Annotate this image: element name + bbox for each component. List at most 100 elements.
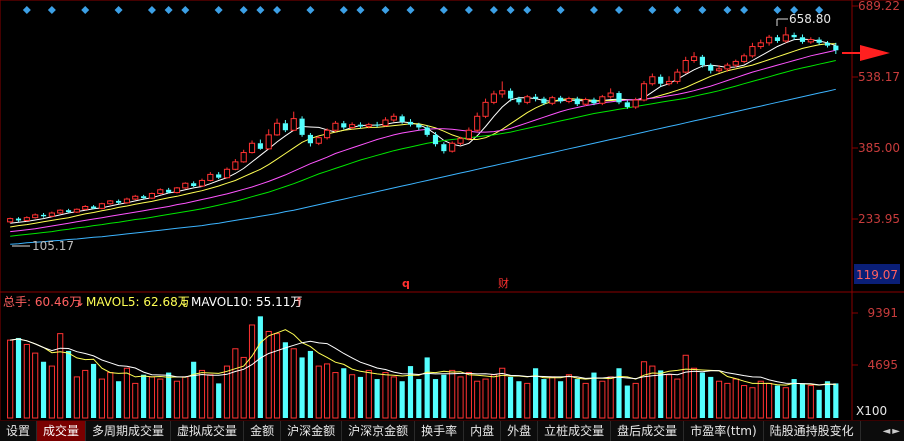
indicator-tab[interactable]: 内盘 [464, 421, 502, 441]
volume-bar [690, 367, 698, 419]
volume-bar [257, 316, 263, 418]
volume-bar [98, 378, 105, 419]
price-axis-label: 233.95 [858, 212, 900, 226]
volume-bar [490, 374, 497, 419]
volume-bar [782, 387, 789, 419]
volume-bar [724, 382, 731, 419]
volume-bar [365, 369, 372, 419]
indicator-tab[interactable]: 换手率 [415, 421, 465, 441]
mavol10-label: MAVOL10: 55.11万 [191, 295, 302, 309]
scroll-left-icon[interactable]: ◄ [883, 426, 891, 437]
volume-bar [216, 383, 222, 418]
total-volume-arrow-icon: ↓ [75, 295, 85, 309]
volume-bar [182, 376, 189, 419]
candle [123, 197, 131, 204]
volume-bar [48, 365, 55, 419]
candle [549, 95, 556, 106]
volume-bar [558, 381, 564, 418]
indicator-tab[interactable]: 盘后成交量 [611, 421, 685, 441]
volume-bar [449, 369, 456, 419]
volume-bar [715, 380, 723, 419]
indicator-tab-bar: 设置 成交量 多周期成交量 虚拟成交量 金额 沪深金额 沪深京金额 换手率 内盘 外盘 立桩成交量盘… [0, 420, 904, 441]
volume-bar [374, 379, 380, 418]
price-axis-label: 689.22 [858, 0, 900, 13]
indicator-tab[interactable]: 外盘 [501, 421, 539, 441]
volume-bar [599, 380, 606, 419]
mavol5-label: MAVOL5: 62.68万 [86, 295, 190, 309]
volume-bar [591, 372, 597, 418]
volume-bar [282, 342, 288, 418]
indicator-tab[interactable]: 沪深京金额 [342, 421, 416, 441]
volume-bar [549, 376, 556, 419]
volume-bar [524, 382, 531, 419]
event-marker-finance[interactable]: 财 [498, 276, 509, 290]
volume-bar [741, 385, 748, 419]
volume-bar [57, 333, 64, 419]
volume-bar [441, 374, 447, 418]
volume-bar [665, 374, 673, 419]
indicator-tab[interactable]: 市盈率(ttm) [684, 421, 764, 441]
volume-bar [791, 379, 797, 418]
volume-bar [807, 385, 814, 419]
stock-chart-canvas[interactable]: 689.22 538.17 385.00 233.95 119.07 658.8… [0, 0, 904, 440]
volume-bar [90, 363, 97, 418]
volume-bar [82, 369, 89, 419]
volume-bar [574, 379, 580, 418]
candle [98, 202, 105, 210]
indicator-tab[interactable]: 虚拟成交量 [171, 421, 245, 441]
volume-bar [482, 378, 489, 419]
volume-bar [833, 383, 839, 418]
volume-bar [382, 372, 389, 419]
volume-bar [824, 381, 831, 418]
volume-bar [132, 382, 139, 419]
candle [223, 167, 231, 179]
candle [57, 209, 64, 214]
volume-bar [632, 382, 639, 419]
volume-bar [290, 348, 297, 419]
candle [616, 91, 622, 105]
volume-bar [708, 376, 714, 418]
indicator-tab[interactable]: 设置 [0, 421, 38, 441]
volume-bar [32, 352, 39, 419]
volume-bar [23, 343, 30, 419]
volume-bar [15, 337, 22, 418]
volume-bar [341, 368, 347, 418]
candle [182, 182, 189, 189]
volume-bar [248, 324, 256, 419]
total-volume-label: 总手: 60.46万 [3, 295, 81, 309]
volume-bar [315, 365, 322, 419]
volume-bar [65, 350, 72, 418]
volume-bar [416, 379, 422, 418]
indicator-tab[interactable]: 多周期成交量 [86, 421, 172, 441]
volume-bar [474, 380, 481, 419]
candle [599, 94, 606, 106]
volume-bar [507, 376, 514, 418]
price-axis-label: 385.00 [858, 141, 900, 155]
scroll-right-icon[interactable]: ► [892, 426, 900, 437]
volume-bar [565, 374, 573, 419]
volume-bar [624, 385, 630, 418]
indicator-tab[interactable]: 成交量 [37, 421, 87, 441]
indicator-tab[interactable]: 金额 [244, 421, 282, 441]
event-marker-q[interactable]: q [402, 277, 410, 290]
volume-bar [658, 370, 664, 418]
volume-bar [349, 374, 356, 419]
volume-bar [766, 382, 773, 419]
volume-bar [799, 383, 806, 418]
volume-bar [357, 376, 364, 418]
volume-bar [774, 385, 781, 418]
indicator-tab[interactable]: 陆股通持股变化 [764, 421, 861, 441]
volume-bar [516, 381, 522, 418]
candle [449, 141, 456, 153]
volume-bar [232, 348, 239, 419]
volume-bar [265, 330, 272, 419]
volume-bar [191, 361, 197, 418]
volume-bar [166, 372, 172, 418]
volume-bar [541, 379, 547, 418]
volume-bar [465, 372, 472, 419]
volume-bar [198, 369, 206, 419]
volume-bar [173, 380, 181, 419]
indicator-tab[interactable]: 立桩成交量 [538, 421, 612, 441]
candle [315, 135, 322, 146]
indicator-tab[interactable]: 沪深金额 [281, 421, 343, 441]
